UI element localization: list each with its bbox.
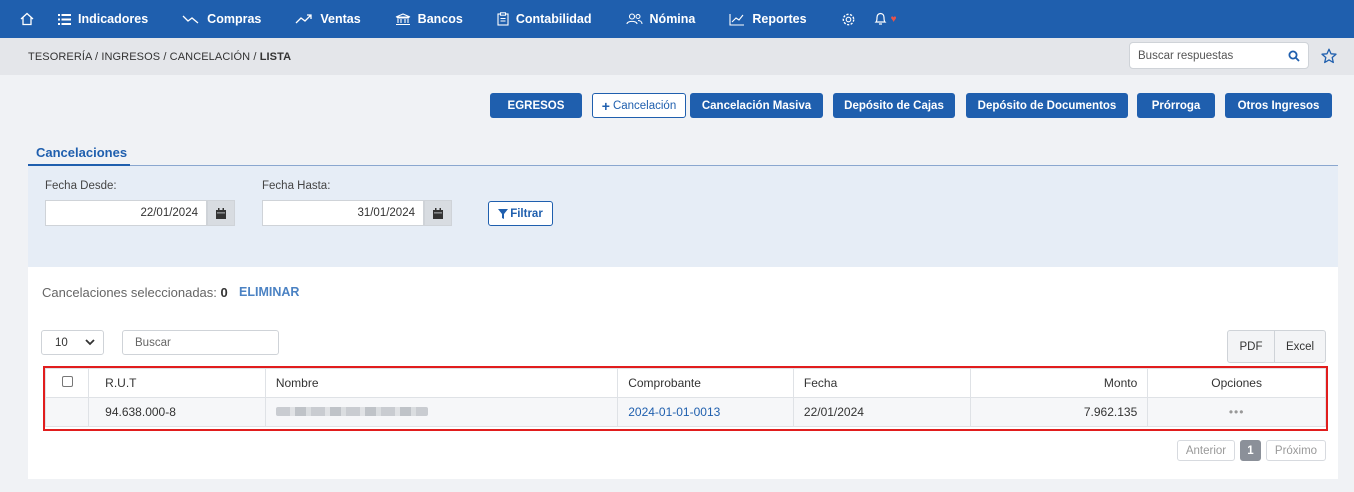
- pagination-prev-button[interactable]: Anterior: [1177, 440, 1235, 461]
- column-header-fecha[interactable]: Fecha: [792, 368, 971, 398]
- pdf-export-button[interactable]: PDF: [1227, 330, 1275, 363]
- top-navbar: Indicadores Compras Ventas Bancos Contab…: [0, 0, 1354, 38]
- chevron-down-icon: [85, 339, 95, 346]
- help-search-input[interactable]: Buscar respuestas: [1129, 42, 1309, 69]
- column-header-rut[interactable]: R.U.T: [88, 368, 266, 398]
- home-icon[interactable]: [20, 11, 36, 27]
- breadcrumb-bar: TESORERÍA / INGRESOS / CANCELACIÓN / LIS…: [0, 38, 1354, 75]
- table-header-row: R.U.T Nombre Comprobante Fecha Monto Opc…: [44, 368, 1326, 398]
- selection-summary: Cancelaciones seleccionadas: 0: [42, 285, 228, 300]
- notification-badge: ♥: [890, 13, 897, 25]
- new-cancelacion-label: Cancelación: [612, 99, 677, 112]
- cancelacion-masiva-button[interactable]: Cancelación Masiva: [690, 93, 823, 118]
- breadcrumb-path: TESORERÍA / INGRESOS / CANCELACIÓN /: [28, 50, 260, 63]
- eliminar-link[interactable]: ELIMINAR: [239, 285, 299, 299]
- prorroga-button[interactable]: Prórroga: [1137, 93, 1215, 118]
- row-options-menu[interactable]: •••: [1147, 397, 1326, 427]
- table-row[interactable]: 94.638.000-8 2024-01-01-0013 22/01/2024 …: [44, 397, 1326, 427]
- nav-label: Bancos: [417, 12, 463, 26]
- column-header-comprobante[interactable]: Comprobante: [617, 368, 794, 398]
- trend-down-icon: [182, 15, 199, 24]
- excel-export-button[interactable]: Excel: [1274, 330, 1326, 363]
- gear-icon[interactable]: [841, 12, 856, 27]
- redacted-name: [275, 407, 428, 416]
- nav-label: Indicadores: [78, 12, 149, 26]
- results-panel: Cancelaciones seleccionadas: 0 ELIMINAR …: [28, 267, 1338, 479]
- row-select-cell: [44, 397, 90, 427]
- nav-item-nomina[interactable]: Nómina: [625, 12, 696, 26]
- breadcrumb: TESORERÍA / INGRESOS / CANCELACIÓN / LIS…: [28, 51, 291, 63]
- nav-label: Ventas: [320, 12, 361, 26]
- fecha-hasta-input[interactable]: 31/01/2024: [262, 200, 424, 226]
- otros-ingresos-button[interactable]: Otros Ingresos: [1225, 93, 1332, 118]
- search-icon[interactable]: [1288, 50, 1300, 62]
- cell-fecha: 22/01/2024: [792, 397, 971, 427]
- fecha-hasta-calendar-button[interactable]: [424, 200, 452, 226]
- filter-panel: Fecha Desde: 22/01/2024 Fecha Hasta: 31/…: [28, 166, 1338, 267]
- bank-icon: [395, 12, 410, 25]
- nav-label: Contabilidad: [515, 12, 592, 26]
- nav-item-ventas[interactable]: Ventas: [295, 12, 361, 26]
- fecha-hasta-label: Fecha Hasta:: [262, 180, 331, 192]
- selection-count: 0: [220, 285, 228, 300]
- fecha-desde-input[interactable]: 22/01/2024: [45, 200, 207, 226]
- nav-item-compras[interactable]: Compras: [182, 12, 261, 26]
- page-size-value: 10: [55, 336, 68, 349]
- clipboard-icon: [497, 12, 509, 26]
- filtrar-button[interactable]: Filtrar: [488, 201, 553, 226]
- cancelaciones-table: R.U.T Nombre Comprobante Fecha Monto Opc…: [44, 368, 1326, 427]
- cell-monto: 7.962.135: [969, 397, 1149, 427]
- calendar-icon: [216, 207, 226, 219]
- new-cancelacion-button[interactable]: + Cancelación: [592, 93, 686, 118]
- fecha-desde-calendar-button[interactable]: [207, 200, 235, 226]
- nav-item-bancos[interactable]: Bancos: [395, 12, 463, 26]
- nav-label: Nómina: [649, 12, 696, 26]
- select-all-cell: [44, 368, 90, 398]
- pagination-page-1[interactable]: 1: [1240, 440, 1261, 461]
- tab-cancelaciones[interactable]: Cancelaciones: [36, 145, 127, 160]
- selection-label: Cancelaciones seleccionadas:: [42, 285, 217, 300]
- page-size-select[interactable]: 10: [41, 330, 104, 355]
- select-all-checkbox[interactable]: [61, 376, 73, 387]
- star-icon[interactable]: [1321, 48, 1337, 64]
- pagination-next-button[interactable]: Próximo: [1266, 440, 1326, 461]
- filtrar-label: Filtrar: [510, 207, 543, 220]
- nav-item-reportes[interactable]: Reportes: [729, 12, 807, 26]
- nav-label: Compras: [207, 12, 262, 26]
- cell-comprobante: 2024-01-01-0013: [617, 397, 794, 427]
- trend-up-icon: [295, 14, 313, 24]
- breadcrumb-current: LISTA: [259, 50, 292, 63]
- plus-icon: +: [601, 97, 610, 114]
- column-header-opciones: Opciones: [1147, 368, 1326, 398]
- calendar-icon: [433, 207, 443, 219]
- help-search-placeholder: Buscar respuestas: [1138, 49, 1234, 62]
- column-header-monto[interactable]: Monto: [969, 368, 1149, 398]
- comprobante-link[interactable]: 2024-01-01-0013: [628, 405, 720, 419]
- deposito-cajas-button[interactable]: Depósito de Cajas: [833, 93, 955, 118]
- egresos-button[interactable]: EGRESOS: [490, 93, 582, 118]
- deposito-documentos-button[interactable]: Depósito de Documentos: [966, 93, 1128, 118]
- bell-icon: [874, 12, 887, 25]
- notifications[interactable]: ♥: [874, 12, 897, 26]
- nav-item-indicadores[interactable]: Indicadores: [58, 12, 148, 26]
- nav-label: Reportes: [752, 12, 807, 26]
- cell-rut: 94.638.000-8: [88, 397, 266, 427]
- chart-icon: [729, 13, 745, 26]
- list-icon: [58, 13, 71, 25]
- column-header-nombre[interactable]: Nombre: [264, 368, 619, 398]
- cell-nombre-redacted: [264, 397, 619, 427]
- filter-icon: [498, 208, 509, 219]
- fecha-desde-label: Fecha Desde:: [45, 180, 117, 192]
- nav-item-contabilidad[interactable]: Contabilidad: [497, 12, 592, 26]
- users-icon: [625, 13, 643, 25]
- table-search-input[interactable]: Buscar: [122, 330, 279, 355]
